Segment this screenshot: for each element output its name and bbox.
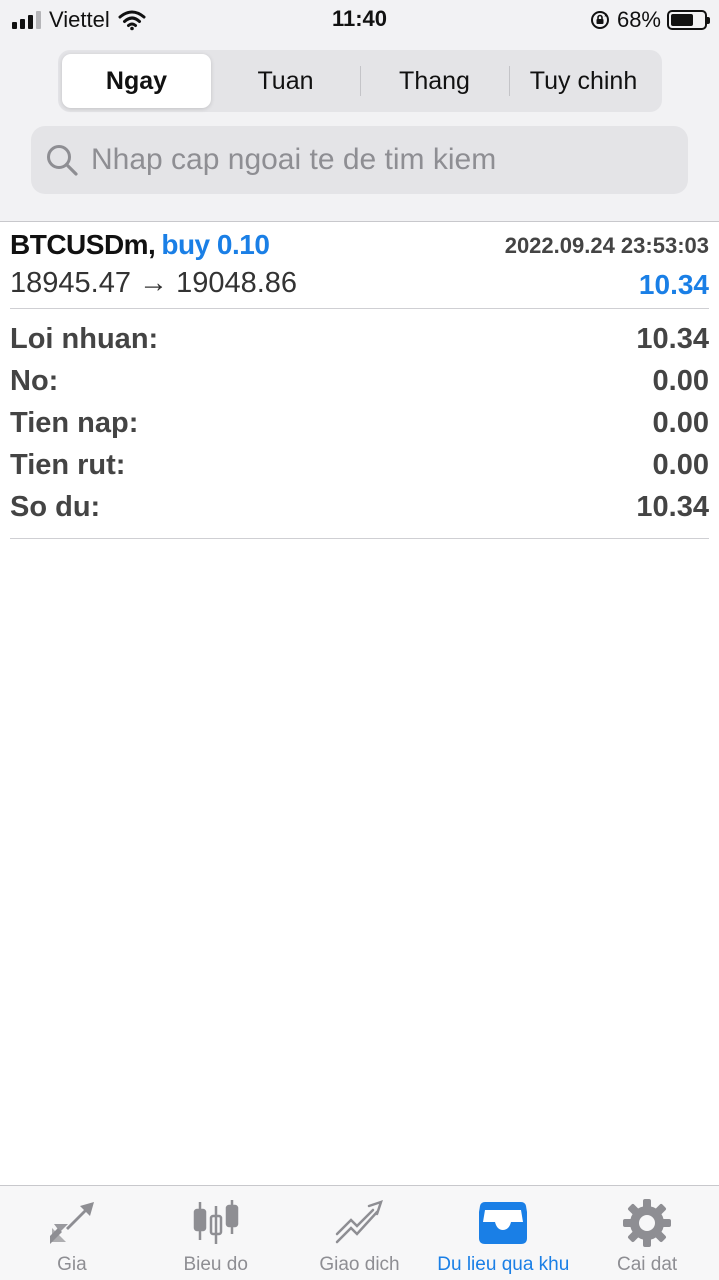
tab-settings[interactable]: Cai dat — [575, 1186, 719, 1280]
tab-history[interactable]: Du lieu qua khu — [431, 1186, 575, 1280]
summary-row-credit: No: 0.00 — [10, 360, 709, 402]
deal-direction: buy 0.10 — [161, 229, 270, 260]
battery-icon — [667, 10, 710, 30]
tab-trade[interactable]: Giao dich — [288, 1186, 432, 1280]
deal-symbol-line: BTCUSDm, buy 0.10 — [10, 229, 270, 261]
summary-value: 0.00 — [652, 364, 709, 397]
candlestick-chart-icon — [193, 1200, 238, 1244]
deal-symbol: BTCUSDm, — [10, 229, 156, 260]
period-tab-custom[interactable]: Tuy chinh — [509, 54, 658, 108]
summary-row-profit: Loi nhuan: 10.34 — [10, 318, 709, 360]
bottom-tab-bar: Gia Bieu do Giao dich Du lieu qua khu Ca… — [0, 1185, 719, 1280]
deal-prices: 18945.47 → 19048.86 — [10, 267, 298, 299]
summary-value: 0.00 — [652, 406, 709, 439]
period-tab-month[interactable]: Thang — [360, 54, 509, 108]
period-segmented-control: Ngay Tuan Thang Tuy chinh — [58, 50, 662, 112]
settings-gear-icon — [623, 1199, 672, 1247]
status-right: 68% — [589, 7, 710, 33]
tab-label: Du lieu qua khu — [437, 1254, 570, 1275]
summary-row-deposit: Tien nap: 0.00 — [10, 402, 709, 444]
tab-charts[interactable]: Bieu do — [144, 1186, 288, 1280]
search-icon — [47, 145, 78, 176]
status-bar: Viettel 11:40 68% — [0, 0, 719, 40]
summary-label: Tien nap: — [10, 406, 139, 439]
search-bar — [31, 126, 688, 194]
trade-chart-icon — [336, 1200, 384, 1244]
deal-profit: 10.34 — [638, 269, 709, 300]
summary-value: 0.00 — [652, 448, 709, 481]
orientation-lock-icon — [590, 11, 609, 29]
search-input[interactable] — [91, 143, 651, 177]
summary-value: 10.34 — [636, 490, 709, 523]
deal-row[interactable]: BTCUSDm, buy 0.10 2022.09.24 23:53:03 189… — [10, 223, 709, 309]
deal-time: 2022.09.24 23:53:03 — [504, 233, 709, 258]
tab-label: Giao dich — [319, 1254, 400, 1275]
period-tab-day[interactable]: Ngay — [62, 54, 211, 108]
summary-label: Loi nhuan: — [10, 322, 159, 355]
summary-row-withdrawal: Tien rut: 0.00 — [10, 444, 709, 486]
tab-quotes[interactable]: Gia — [0, 1186, 144, 1280]
battery-level — [671, 14, 693, 26]
history-header: Ngay Tuan Thang Tuy chinh — [0, 40, 719, 222]
battery-percent: 68% — [616, 7, 661, 32]
history-inbox-icon — [479, 1202, 528, 1244]
quotes-arrows-icon — [49, 1202, 94, 1244]
account-summary: Loi nhuan: 10.34 No: 0.00 Tien nap: 0.00… — [10, 318, 709, 539]
tab-label: Gia — [57, 1254, 87, 1275]
tab-label: Cai dat — [616, 1254, 678, 1275]
period-tab-week[interactable]: Tuan — [211, 54, 360, 108]
summary-label: So du: — [10, 490, 101, 523]
summary-value: 10.34 — [636, 322, 709, 355]
summary-row-balance: So du: 10.34 — [10, 486, 709, 528]
tab-label: Bieu do — [183, 1254, 248, 1275]
summary-label: Tien rut: — [10, 448, 126, 481]
summary-label: No: — [10, 364, 59, 397]
